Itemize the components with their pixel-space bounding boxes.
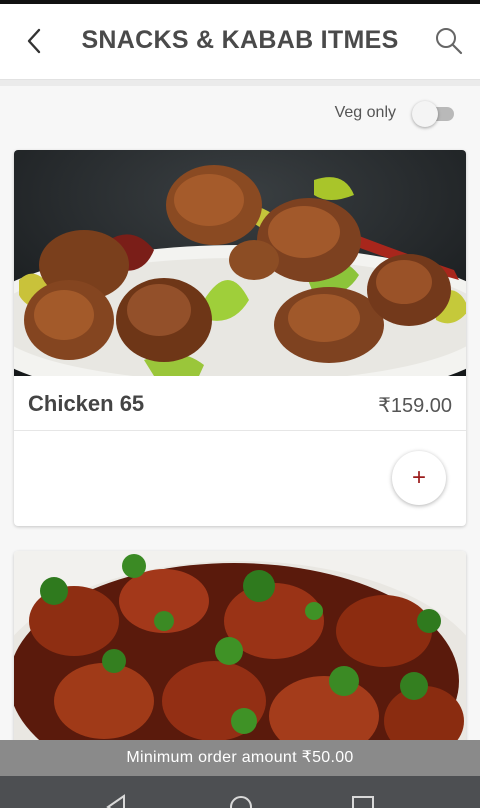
- app-bar: SNACKS & KABAB ITMES: [0, 4, 480, 80]
- menu-list[interactable]: Veg only Chicken 65 ₹159.00 +: [0, 86, 480, 740]
- menu-item-card: [14, 551, 466, 740]
- plus-icon: +: [411, 464, 426, 491]
- home-circle-icon[interactable]: [228, 794, 254, 808]
- veg-only-toggle[interactable]: [412, 100, 456, 127]
- recents-square-icon[interactable]: [350, 794, 376, 808]
- item-name: Chicken 65: [28, 391, 145, 416]
- item-actions: +: [14, 431, 466, 526]
- item-price: ₹159.00: [378, 395, 452, 417]
- item-info: Chicken 65 ₹159.00: [14, 376, 466, 431]
- veg-only-label: Veg only: [334, 104, 396, 121]
- page-title: SNACKS & KABAB ITMES: [81, 26, 399, 54]
- menu-item-card: Chicken 65 ₹159.00 +: [14, 150, 466, 526]
- system-navigation-bar: [0, 776, 480, 808]
- back-triangle-icon[interactable]: [104, 794, 130, 808]
- search-icon: [436, 28, 463, 55]
- add-to-cart-button[interactable]: +: [392, 451, 446, 505]
- minimum-order-bar: Minimum order amount ₹50.00: [0, 740, 480, 776]
- food-image: [14, 150, 466, 376]
- search-button[interactable]: [434, 26, 464, 56]
- veg-only-filter: Veg only: [335, 98, 456, 128]
- food-image: [14, 551, 466, 740]
- toggle-knob: [412, 101, 438, 127]
